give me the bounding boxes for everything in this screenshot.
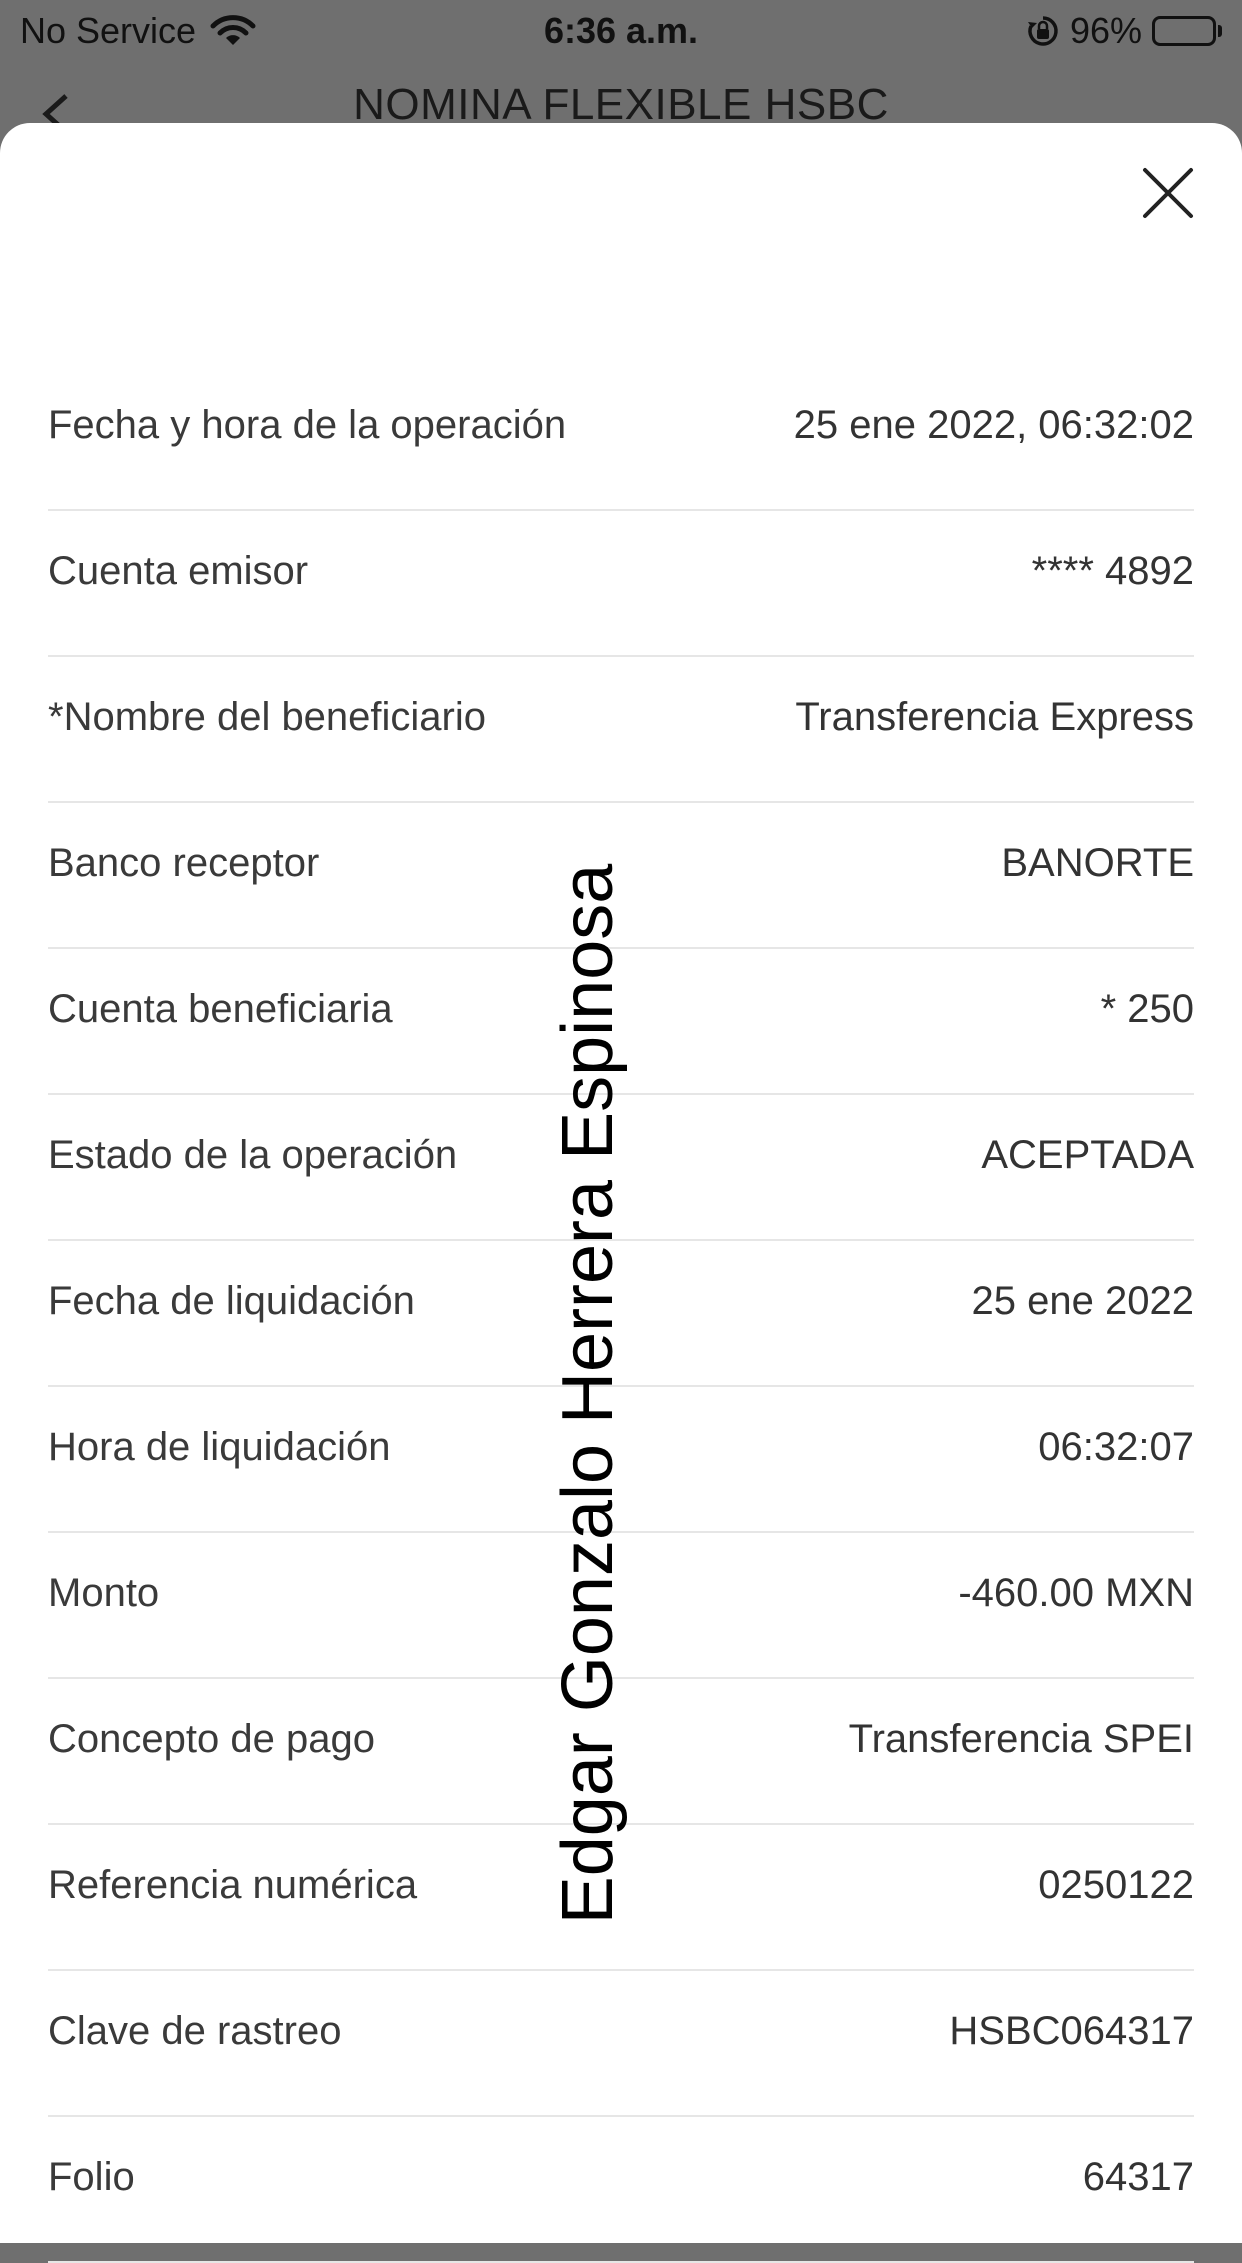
detail-row: Folio 64317 <box>48 2117 1194 2263</box>
detail-label: Referencia numérica <box>48 1863 418 1907</box>
detail-value: Transferencia SPEI <box>848 1717 1194 1761</box>
detail-value: Transferencia Express <box>795 695 1194 739</box>
detail-label: Cuenta beneficiaria <box>48 987 393 1031</box>
detail-label: Fecha y hora de la operación <box>48 403 567 447</box>
detail-value: HSBC064317 <box>949 2009 1194 2053</box>
detail-value: 25 ene 2022, 06:32:02 <box>793 403 1194 447</box>
detail-value: 06:32:07 <box>1038 1425 1194 1469</box>
detail-value: BANORTE <box>1001 841 1194 885</box>
detail-value: 0250122 <box>1038 1863 1194 1907</box>
battery-percent: 96% <box>1069 10 1142 51</box>
close-icon <box>1141 166 1195 225</box>
name-watermark: Edgar Gonzalo Herrera Espinosa <box>548 863 628 1925</box>
battery-icon <box>1152 16 1222 46</box>
detail-label: *Nombre del beneficiario <box>48 695 487 739</box>
detail-label: Cuenta emisor <box>48 549 309 593</box>
detail-label: Folio <box>48 2155 135 2199</box>
detail-value: -460.00 MXN <box>958 1571 1194 1615</box>
detail-row: Cuenta emisor **** 4892 <box>48 511 1194 657</box>
detail-label: Concepto de pago <box>48 1717 375 1761</box>
detail-value: 25 ene 2022 <box>971 1279 1194 1323</box>
detail-label: Fecha de liquidación <box>48 1279 415 1323</box>
detail-row: Fecha y hora de la operación 25 ene 2022… <box>48 365 1194 511</box>
status-right-group: 96% <box>1026 10 1222 52</box>
detail-label: Estado de la operación <box>48 1133 458 1177</box>
close-button[interactable] <box>1138 165 1198 225</box>
detail-row: *Nombre del beneficiario Transferencia E… <box>48 657 1194 803</box>
status-bar: No Service 6:36 a.m. 96% <box>0 0 1242 62</box>
detail-value: * 250 <box>1100 987 1194 1031</box>
detail-value: **** 4892 <box>1031 549 1194 593</box>
detail-value: ACEPTADA <box>981 1133 1194 1177</box>
lock-rotation-icon <box>1026 14 1060 48</box>
detail-label: Hora de liquidación <box>48 1425 391 1469</box>
detail-row: Clave de rastreo HSBC064317 <box>48 1971 1194 2117</box>
detail-value: 64317 <box>1082 2155 1194 2199</box>
detail-label: Banco receptor <box>48 841 320 885</box>
detail-label: Clave de rastreo <box>48 2009 342 2053</box>
detail-label: Monto <box>48 1571 160 1615</box>
